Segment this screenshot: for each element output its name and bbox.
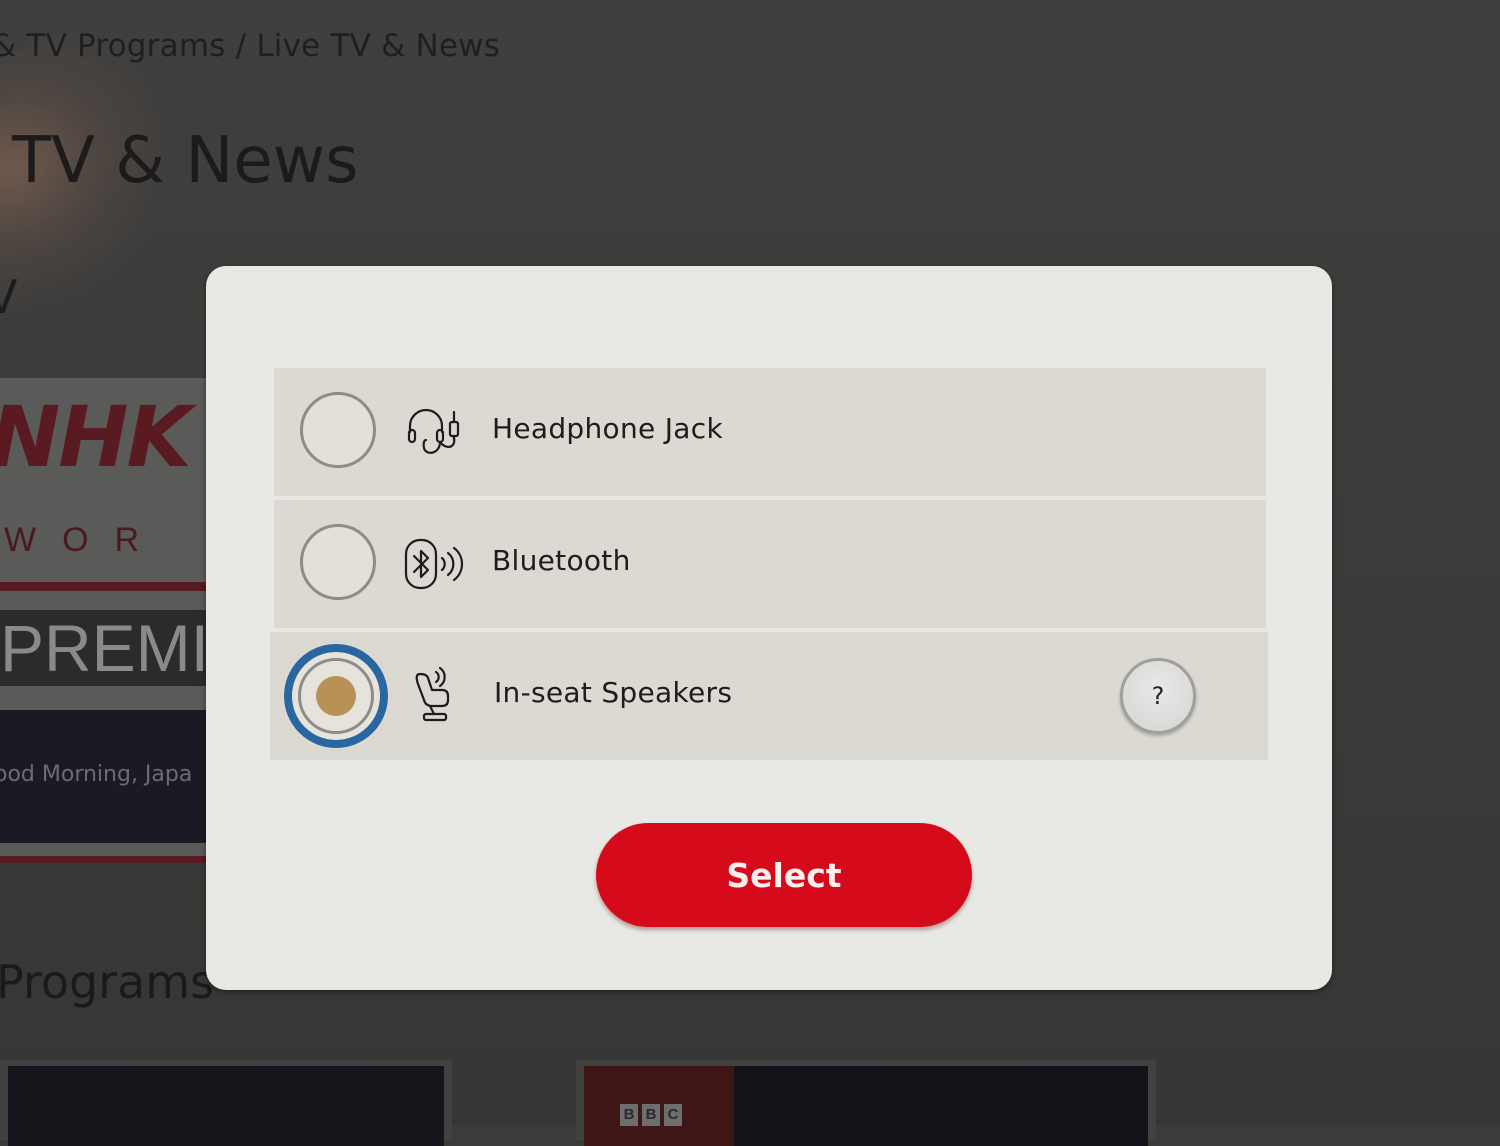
bbc-letter: C [664,1104,682,1126]
bluetooth-icon [404,538,464,590]
page-title: TV & News [12,124,359,198]
nhk-divider-bottom [0,856,212,863]
nhk-logo: NHK [0,388,192,486]
option-label: Headphone Jack [492,412,723,445]
option-label: Bluetooth [492,544,631,577]
radio-selected-dot [316,676,356,716]
section-heading-programs: Programs [0,955,215,1009]
program-tile-thumbnail [8,1066,444,1146]
program-tile-info [734,1066,1148,1146]
seat-speaker-icon [415,666,450,722]
section-heading-live: V [0,270,18,324]
radio-button[interactable] [300,524,376,600]
nhk-world-text: WOR [4,521,166,559]
breadcrumb: & TV Programs / Live TV & News [0,28,501,64]
program-title: ood Morning, Japa [0,762,193,787]
bbc-letter: B [642,1104,660,1126]
bbc-thumbnail: B B C [584,1066,734,1146]
select-button[interactable]: Select [596,823,972,927]
option-headphone-jack[interactable]: Headphone Jack [274,368,1266,496]
nhk-premium-banner: PREMI [0,610,212,686]
radio-button[interactable] [300,392,376,468]
headphone-jack-icon [407,408,460,454]
bbc-letter: B [620,1104,638,1126]
option-in-seat-speakers[interactable]: In-seat Speakers ? [270,632,1268,760]
option-label: In-seat Speakers [494,676,733,709]
nhk-divider [0,582,212,591]
program-tile-bbc[interactable]: B B C [576,1060,1156,1146]
bbc-logo: B B C [620,1104,682,1126]
nhk-channel-card[interactable]: NHK WOR PREMI ood Morning, Japa [0,378,212,863]
radio-button-selected[interactable] [284,644,388,748]
program-tile[interactable] [0,1060,452,1146]
audio-output-dialog: Headphone Jack Bluetooth In-seat Speaker… [206,266,1332,990]
help-button[interactable]: ? [1120,658,1196,734]
nhk-program-panel: ood Morning, Japa [0,710,212,843]
option-bluetooth[interactable]: Bluetooth [274,500,1266,628]
